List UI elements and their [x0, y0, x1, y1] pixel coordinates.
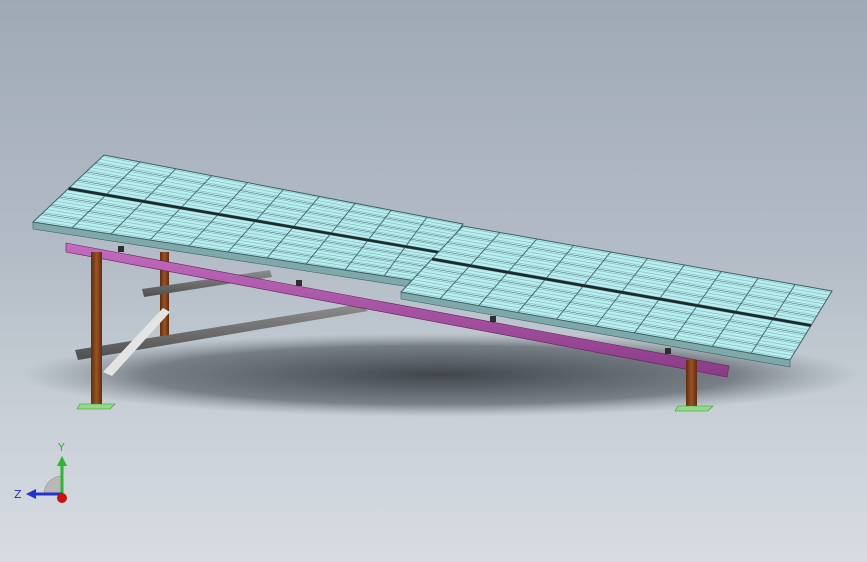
footing-left[interactable]	[76, 403, 116, 410]
y-axis-label: Y	[57, 441, 65, 454]
footing-right[interactable]	[674, 405, 714, 412]
clamp	[118, 246, 124, 252]
graphics-viewport[interactable]: Y Z	[0, 0, 867, 562]
clamp	[665, 348, 671, 354]
z-axis-label: Z	[14, 488, 22, 501]
z-axis-arrow-icon	[26, 489, 36, 499]
y-axis-arrow-icon	[57, 456, 67, 466]
x-axis-dot-icon	[57, 493, 67, 503]
triad-quarter-disc	[43, 475, 63, 495]
clamp	[296, 280, 302, 286]
clamp	[490, 316, 496, 322]
model-scene[interactable]	[0, 0, 867, 562]
coordinate-triad: Y Z	[14, 441, 67, 503]
front-post-left[interactable]	[91, 252, 102, 404]
front-post-right[interactable]	[686, 360, 697, 408]
